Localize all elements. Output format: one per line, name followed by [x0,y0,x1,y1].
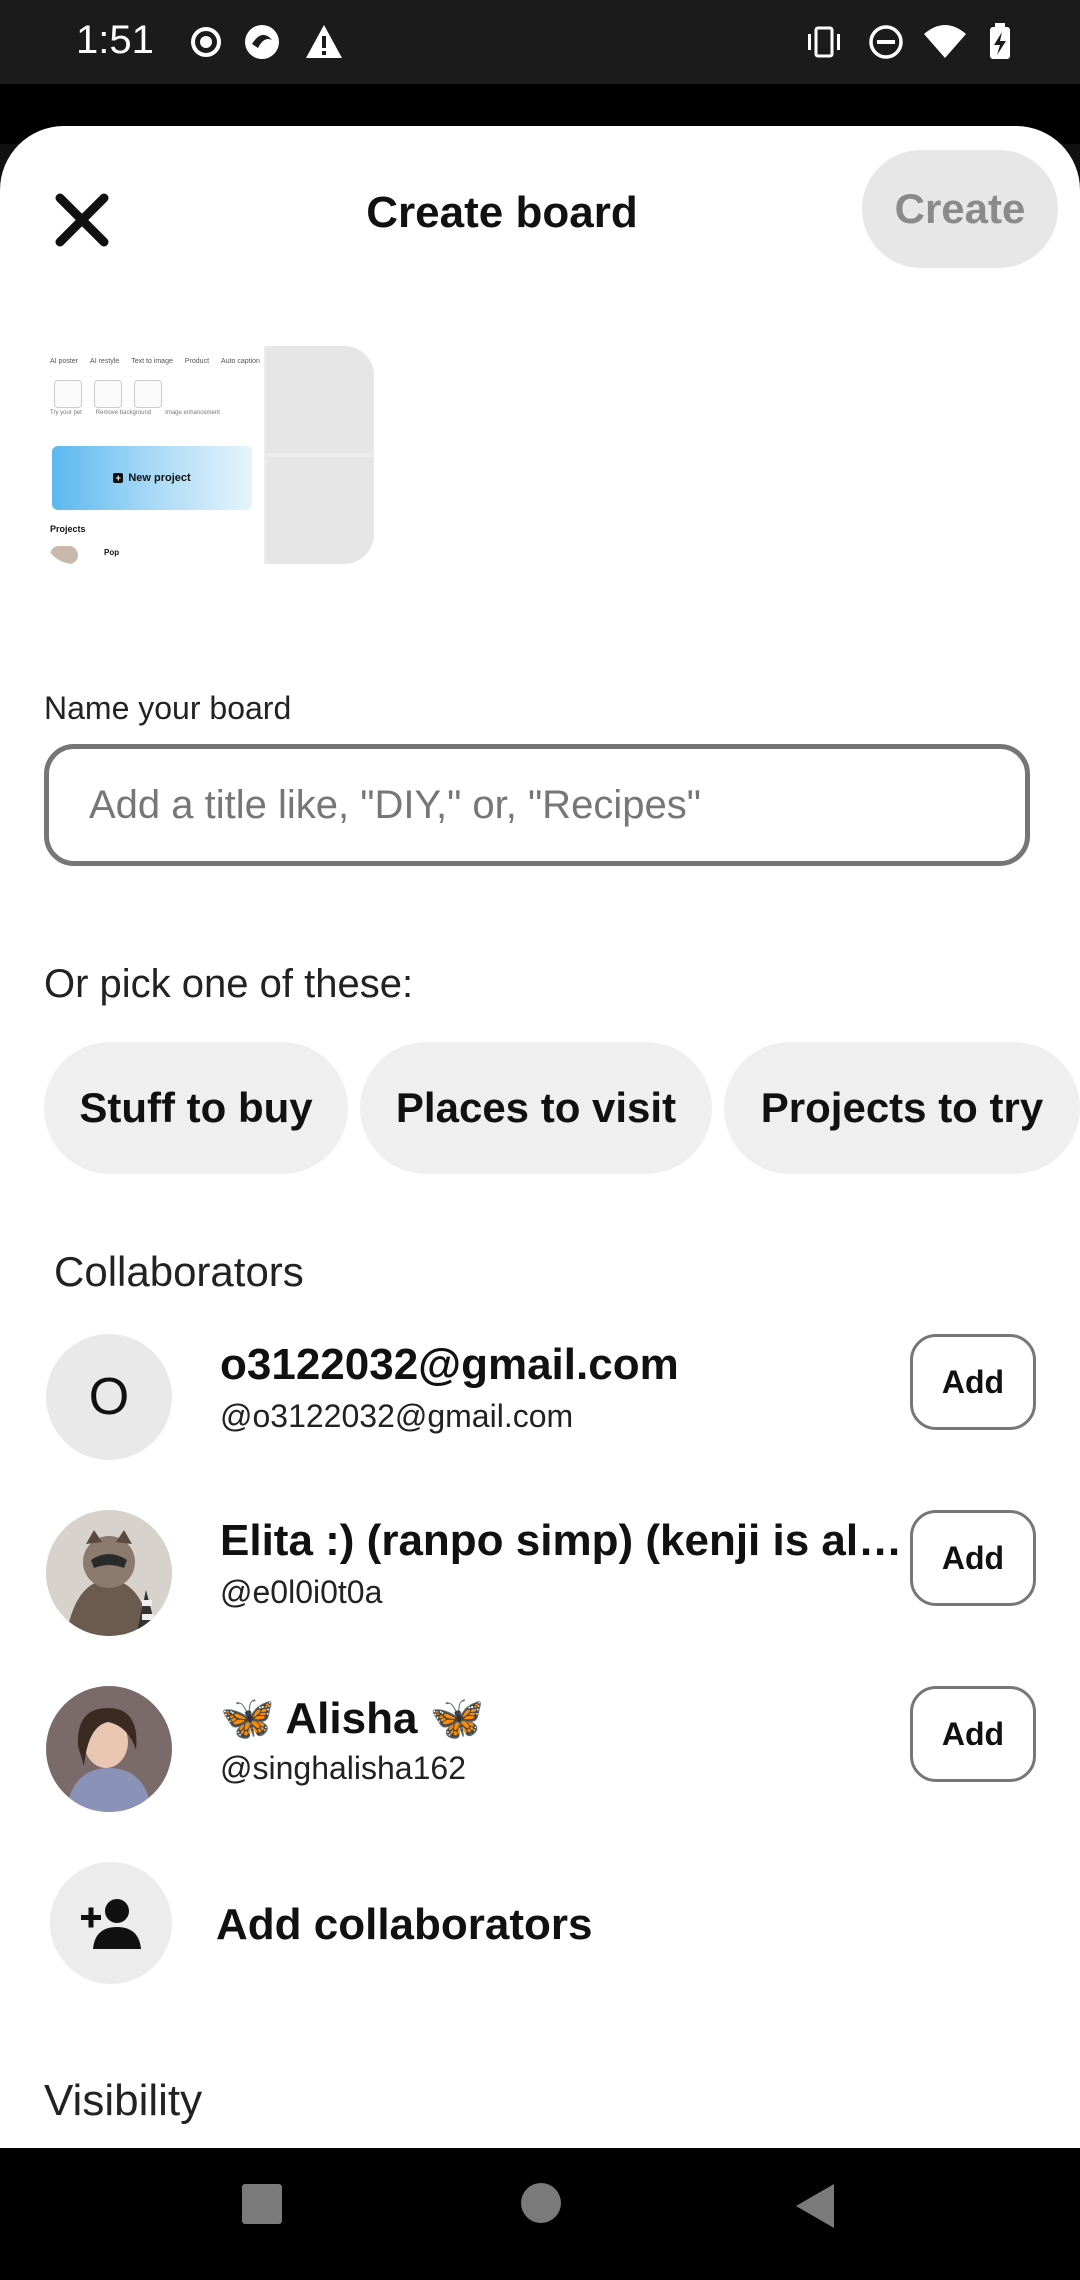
thumbnail-icons [54,380,162,408]
collaborator-handle: @e0l0i0t0a [220,1574,383,1610]
status-bar: 1:51 [0,0,1080,84]
thumbnail-tool-icon [134,380,162,408]
thumbnail-tool-label: Product [184,358,210,365]
pin-thumbnail: AI poster AI restyle Text to image Produ… [44,346,264,564]
plus-icon: + [113,473,124,483]
collaborator-row: O o3122032@gmail.com @o3122032@gmail.com… [0,1334,1080,1460]
thumbnail-tool-label: Auto caption [221,358,260,365]
record-icon [191,27,221,57]
avatar [46,1686,172,1812]
collaborator-handle: @singhalisha162 [220,1750,466,1786]
thumbnail-tool-label: Text to image [131,358,173,365]
page-title: Create board [366,188,638,237]
back-icon[interactable] [792,2182,836,2230]
create-button[interactable]: Create [862,150,1058,268]
avatar [46,1510,172,1636]
thumbnail-new-project: + New project [52,446,252,510]
avatar-initial: O [88,1368,130,1426]
thumbnail-project-name: Pop [104,548,120,557]
add-collaborators-row[interactable]: Add collaborators [0,1862,1080,1988]
avatar: O [46,1334,172,1460]
cover-placeholder-top [266,346,374,453]
visibility-label: Visibility [44,2076,203,2125]
board-name-placeholder: Add a title like, "DIY," or, "Recipes" [89,782,701,827]
add-collaborator-button[interactable]: Add [910,1334,1036,1430]
chip-places-to-visit[interactable]: Places to visit [360,1042,712,1174]
board-name-input[interactable]: Add a title like, "DIY," or, "Recipes" [44,744,1030,866]
status-time: 1:51 [76,18,154,62]
suggestions-label: Or pick one of these: [44,962,414,1006]
warning-icon [306,25,342,58]
collaborator-row: Elita :) (ranpo simp) (kenji is alive...… [0,1510,1080,1636]
thumbnail-tool-label: AI restyle [90,358,120,365]
vibrate-icon [808,26,840,58]
add-person-icon [81,1899,141,1949]
thumbnail-sub-label: Remove background [95,410,152,416]
thumbnail-tool-icon [54,380,82,408]
collaborator-name: 🦋 Alisha 🦋 [220,1694,485,1743]
create-board-sheet: Create board Create AI poster AI restyle… [0,126,1080,2148]
collaborator-handle: @o3122032@gmail.com [220,1398,574,1434]
cover-placeholder-bottom [266,457,374,564]
profile-photo-avatar-icon [46,1686,172,1812]
thumbnail-tools: AI poster AI restyle Text to image Produ… [50,358,260,365]
raccoon-avatar-icon [46,1510,172,1636]
recents-icon[interactable] [240,2182,284,2226]
app-icon [245,25,279,59]
add-collaborator-button[interactable]: Add [910,1686,1036,1782]
home-icon[interactable] [520,2182,562,2224]
collaborator-name: Elita :) (ranpo simp) (kenji is alive... [220,1516,906,1565]
add-collaborators-label: Add collaborators [216,1900,593,1949]
thumbnail-sub-label: Try your pet [50,410,82,416]
thumbnail-sub-label: Image enhancement [165,410,220,416]
wifi-icon [924,25,966,58]
collaborator-row: 🦋 Alisha 🦋 @singhalisha162 Add [0,1686,1080,1812]
collaborator-name: o3122032@gmail.com [220,1340,679,1389]
name-label: Name your board [44,690,292,726]
add-person-button[interactable] [50,1862,172,1984]
battery-icon [990,23,1010,59]
chip-projects-to-try[interactable]: Projects to try [724,1042,1080,1174]
do-not-disturb-icon [869,25,903,59]
thumbnail-sub-labels: Try your pet Remove background Image enh… [50,410,220,416]
thumbnail-projects-label: Projects [50,524,86,534]
thumbnail-new-project-label: New project [128,472,191,484]
collaborators-label: Collaborators [54,1248,304,1295]
thumbnail-tool-label: AI poster [50,358,79,365]
board-cover-preview[interactable]: AI poster AI restyle Text to image Produ… [44,346,374,564]
chip-stuff-to-buy[interactable]: Stuff to buy [44,1042,348,1174]
navigation-bar [0,2148,1080,2280]
thumbnail-project-image [50,546,78,564]
thumbnail-tool-icon [94,380,122,408]
add-collaborator-button[interactable]: Add [910,1510,1036,1606]
